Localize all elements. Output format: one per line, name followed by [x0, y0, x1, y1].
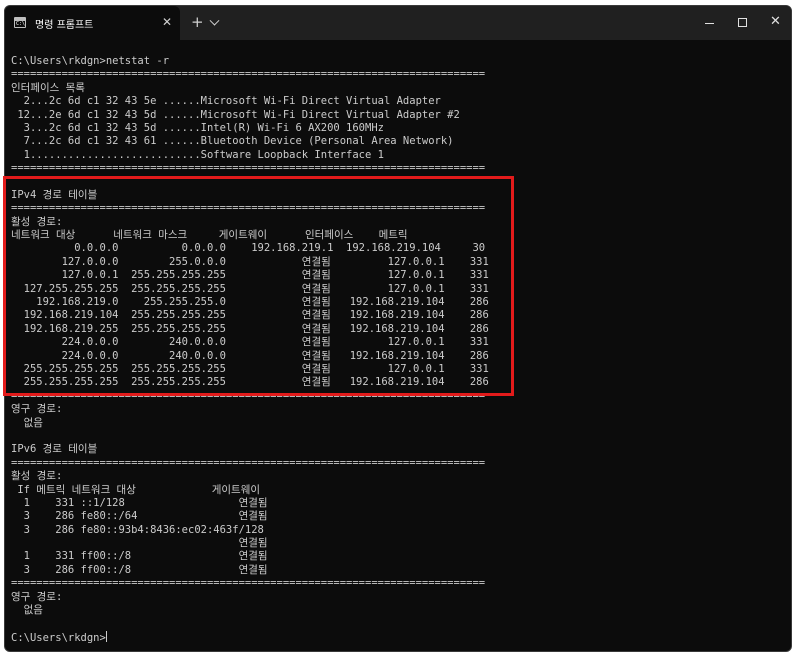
maximize-button[interactable]: [738, 18, 747, 27]
tab-close-icon[interactable]: ✕: [162, 15, 172, 29]
text-cursor: [105, 630, 107, 642]
terminal-line: 12...2e 6d c1 32 43 5d ......Microsoft W…: [11, 108, 460, 121]
chevron-down-icon[interactable]: [209, 15, 220, 26]
tab-title: 명령 프롬프트: [35, 20, 94, 31]
terminal-line: 영구 경로:: [11, 590, 63, 603]
terminal-line: If 메트릭 네트워크 대상 게이트웨이: [11, 483, 261, 496]
terminal-line: 연결됨: [11, 537, 268, 550]
terminal-line: 인터페이스 목록: [11, 81, 85, 94]
terminal-line: 3 286 fe80::93b4:8436:ec02:463f/128: [11, 523, 264, 536]
terminal-line: 2...2c 6d c1 32 43 5e ......Microsoft Wi…: [11, 95, 441, 108]
tab-command-prompt[interactable]: C:\ 명령 프롬프트 ✕: [5, 6, 180, 40]
new-tab-button[interactable]: +: [191, 13, 204, 31]
terminal-line: IPv6 경로 테이블: [11, 443, 98, 456]
terminal-line: 활성 경로:: [11, 470, 63, 483]
terminal-line: 3 286 ff00::/8 연결됨: [11, 563, 268, 576]
terminal-line: C:\Users\rkdgn>netstat -r: [11, 55, 170, 67]
terminal-line: 1...........................Software Loo…: [11, 148, 384, 161]
terminal-line: 7...2c 6d c1 32 43 61 ......Bluetooth De…: [11, 135, 454, 148]
terminal-line: 3 286 fe80::/64 연결됨: [11, 510, 268, 523]
title-bar: C:\ 명령 프롬프트 ✕ + ✕: [5, 6, 791, 40]
terminal-line: ========================================…: [11, 577, 486, 590]
terminal-line: ========================================…: [11, 456, 486, 469]
minimize-button[interactable]: [705, 23, 714, 24]
terminal-line: 영구 경로:: [11, 403, 63, 416]
close-window-button[interactable]: ✕: [770, 14, 781, 29]
highlight-box: [3, 176, 514, 396]
terminal-line: 없음: [11, 416, 43, 429]
terminal-line: 1 331 ff00::/8 연결됨: [11, 550, 268, 563]
terminal-line: 1 331 ::1/128 연결됨: [11, 496, 268, 509]
console-icon: C:\: [14, 17, 26, 28]
terminal-line: C:\Users\rkdgn>: [11, 630, 107, 644]
terminal-line: 없음: [11, 604, 43, 617]
terminal-line: 3...2c 6d c1 32 43 5d ......Intel(R) Wi-…: [11, 121, 384, 134]
terminal-line: ========================================…: [11, 68, 486, 81]
terminal-line: ========================================…: [11, 162, 486, 175]
